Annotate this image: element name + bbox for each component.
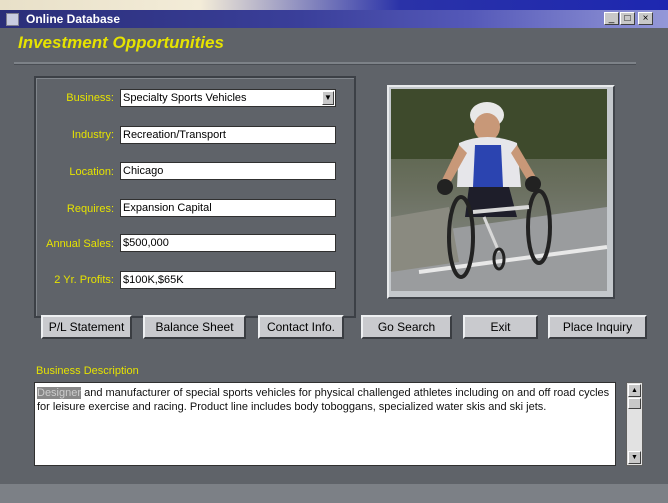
scroll-up-button[interactable]: ▲ <box>628 384 641 397</box>
go-search-button[interactable]: Go Search <box>361 315 452 339</box>
business-photo <box>387 85 615 299</box>
divider <box>14 62 636 65</box>
close-icon: × <box>642 13 649 24</box>
place-inquiry-button[interactable]: Place Inquiry <box>548 315 647 339</box>
business-description-textarea[interactable]: Designer and manufacturer of special spo… <box>34 382 616 466</box>
annual-sales-label: Annual Sales: <box>46 238 114 250</box>
window-bottom-edge <box>0 484 668 503</box>
contact-info-button[interactable]: Contact Info. <box>258 315 344 339</box>
description-label: Business Description <box>36 365 139 377</box>
business-value: Specialty Sports Vehicles <box>123 92 247 104</box>
chevron-down-icon[interactable]: ▼ <box>322 91 334 105</box>
balance-sheet-button[interactable]: Balance Sheet <box>143 315 246 339</box>
wheelchair-athlete-image <box>391 89 608 291</box>
app-icon <box>6 13 19 26</box>
scroll-thumb[interactable] <box>628 398 641 409</box>
location-label: Location: <box>69 166 114 178</box>
business-select[interactable]: Specialty Sports Vehicles ▼ <box>120 89 336 107</box>
industry-label: Industry: <box>71 129 114 141</box>
page-title: Investment Opportunities <box>18 33 224 52</box>
arrow-up-icon: ▲ <box>631 387 638 394</box>
location-field[interactable]: Chicago <box>120 162 336 180</box>
arrow-down-icon: ▼ <box>631 454 638 461</box>
minimize-button[interactable]: _ <box>604 12 619 25</box>
profits-label: 2 Yr. Profits: <box>54 274 114 286</box>
maximize-icon: □ <box>624 13 631 24</box>
window-titlebar[interactable]: Online Database _ □ × <box>0 10 668 28</box>
exit-button[interactable]: Exit <box>463 315 538 339</box>
description-text: and manufacturer of special sports vehic… <box>37 387 610 413</box>
scroll-down-button[interactable]: ▼ <box>628 451 641 464</box>
requires-label: Requires: <box>66 203 114 215</box>
annual-sales-field[interactable]: $500,000 <box>120 234 336 252</box>
profits-field[interactable]: $100K,$65K <box>120 271 336 289</box>
desktop-background-strip <box>0 0 668 10</box>
business-label: Business: <box>66 92 114 104</box>
minimize-icon: _ <box>608 13 615 24</box>
maximize-button[interactable]: □ <box>620 12 635 25</box>
pl-statement-button[interactable]: P/L Statement <box>41 315 132 339</box>
window-title: Online Database <box>26 12 121 26</box>
selected-text: Designer <box>37 387 82 399</box>
requires-field[interactable]: Expansion Capital <box>120 199 336 217</box>
description-scrollbar[interactable]: ▲ ▼ <box>626 382 643 466</box>
close-button[interactable]: × <box>638 12 653 25</box>
industry-field[interactable]: Recreation/Transport <box>120 126 336 144</box>
